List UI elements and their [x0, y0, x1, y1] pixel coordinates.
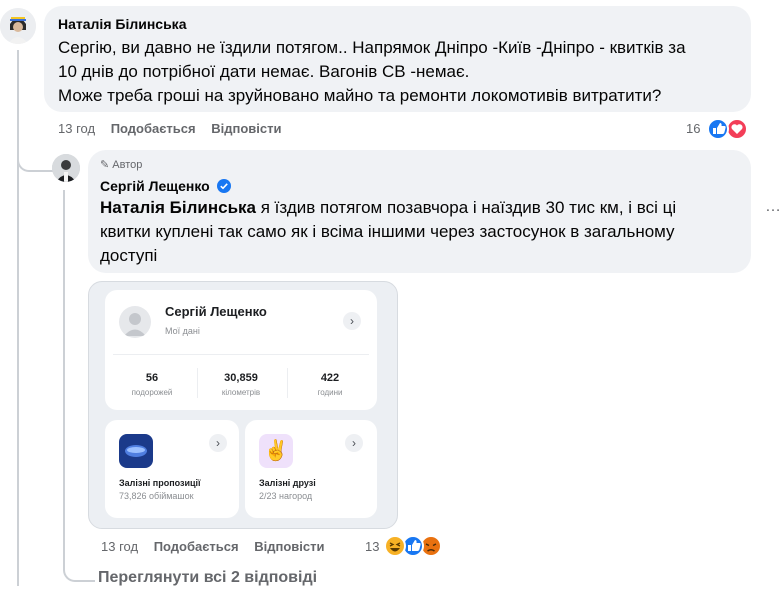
- reply-actions: 13 год Подобається Відповісти: [101, 539, 324, 554]
- profile-subtitle: Мої дані: [165, 326, 200, 336]
- tile-title: Залізні пропозиції: [119, 478, 201, 488]
- view-replies-link[interactable]: Переглянути всі 2 відповіді: [98, 569, 317, 587]
- reply-text: Наталія Білинська я їздив потягом позавч…: [100, 196, 745, 268]
- stat-divider: [287, 368, 288, 398]
- like-reaction-icon: [707, 118, 729, 140]
- reaction-count: 13: [365, 539, 380, 554]
- rail-offers-icon: [119, 434, 153, 468]
- haha-reaction-icon: [384, 535, 406, 557]
- comment-line: Сергію, ви давно не їздили потягом.. Нап…: [58, 38, 686, 57]
- author-badge-label: Автор: [112, 159, 143, 171]
- stat-label: години: [317, 388, 343, 397]
- chevron-right-icon[interactable]: ›: [345, 434, 363, 452]
- comment-actions: 13 год Подобається Відповісти: [58, 121, 281, 136]
- reply-line: доступі: [100, 246, 158, 265]
- avatar[interactable]: [0, 8, 36, 44]
- reaction-count: 16: [686, 121, 701, 136]
- reply-button[interactable]: Відповісти: [211, 121, 281, 136]
- author-badge: ✎ Автор: [100, 158, 142, 171]
- stat-value: 30,859: [224, 372, 258, 384]
- comment-author[interactable]: Наталія Білинська: [58, 16, 186, 32]
- comment-text: Сергію, ви давно не їздили потягом.. Нап…: [58, 36, 748, 108]
- reply-time[interactable]: 13 год: [101, 539, 138, 554]
- stat-km: 30,859 кілометрів: [205, 372, 277, 397]
- tile-title: Залізні друзі: [259, 478, 316, 488]
- tile-rail-friends: ✌ › Залізні друзі 2/23 нагород: [245, 420, 377, 518]
- reply-author[interactable]: Сергій Лещенко: [100, 178, 210, 194]
- stat-divider: [197, 368, 198, 398]
- profile-name: Сергій Лещенко: [165, 304, 267, 319]
- stat-label: подорожей: [131, 388, 173, 397]
- reply-avatar[interactable]: [52, 154, 80, 182]
- reply-line: квитки куплені так само як і всіма іншим…: [100, 222, 675, 241]
- stat-value: 56: [145, 372, 159, 384]
- stat-value: 422: [320, 372, 340, 384]
- comment-time[interactable]: 13 год: [58, 121, 95, 136]
- profile-card: Сергій Лещенко Мої дані › 56 подорожей 3…: [105, 290, 377, 410]
- comment-line: 10 днів до потрібної дати немає. Вагонів…: [58, 62, 470, 81]
- tile-subtitle: 2/23 нагород: [259, 491, 313, 501]
- comment-line: Може треба гроші на зруйновано майно та …: [58, 86, 662, 105]
- stat-label: кілометрів: [221, 388, 261, 397]
- mention-link[interactable]: Наталія Білинська: [100, 198, 256, 217]
- chevron-right-icon[interactable]: ›: [209, 434, 227, 452]
- reply-bubble: ✎ Автор Сергій Лещенко Наталія Білинська…: [88, 150, 751, 273]
- verified-badge-icon: [217, 179, 232, 193]
- like-button[interactable]: Подобається: [154, 539, 239, 554]
- comment-bubble: Наталія Білинська Сергію, ви давно не їз…: [44, 6, 751, 112]
- stat-hours: 422 години: [295, 372, 365, 397]
- chevron-right-icon[interactable]: ›: [343, 312, 361, 330]
- pencil-icon: ✎: [100, 159, 110, 171]
- tile-rail-offers: › Залізні пропозиції 73,826 обіймашок: [105, 420, 239, 518]
- tile-subtitle: 73,826 обіймашок: [119, 491, 194, 501]
- reply-header: Сергій Лещенко: [100, 178, 232, 196]
- like-button[interactable]: Подобається: [111, 121, 196, 136]
- more-options-icon[interactable]: …: [765, 198, 780, 216]
- reply-line: я їздив потягом позавчора і наїздив 30 т…: [260, 198, 677, 217]
- attached-image[interactable]: Сергій Лещенко Мої дані › 56 подорожей 3…: [88, 281, 398, 529]
- divider: [113, 354, 369, 355]
- profile-avatar: [119, 306, 151, 338]
- reply-button[interactable]: Відповісти: [254, 539, 324, 554]
- stat-trips: 56 подорожей: [117, 372, 187, 397]
- love-reaction-icon: [726, 118, 748, 140]
- victory-hand-icon: ✌: [259, 434, 293, 468]
